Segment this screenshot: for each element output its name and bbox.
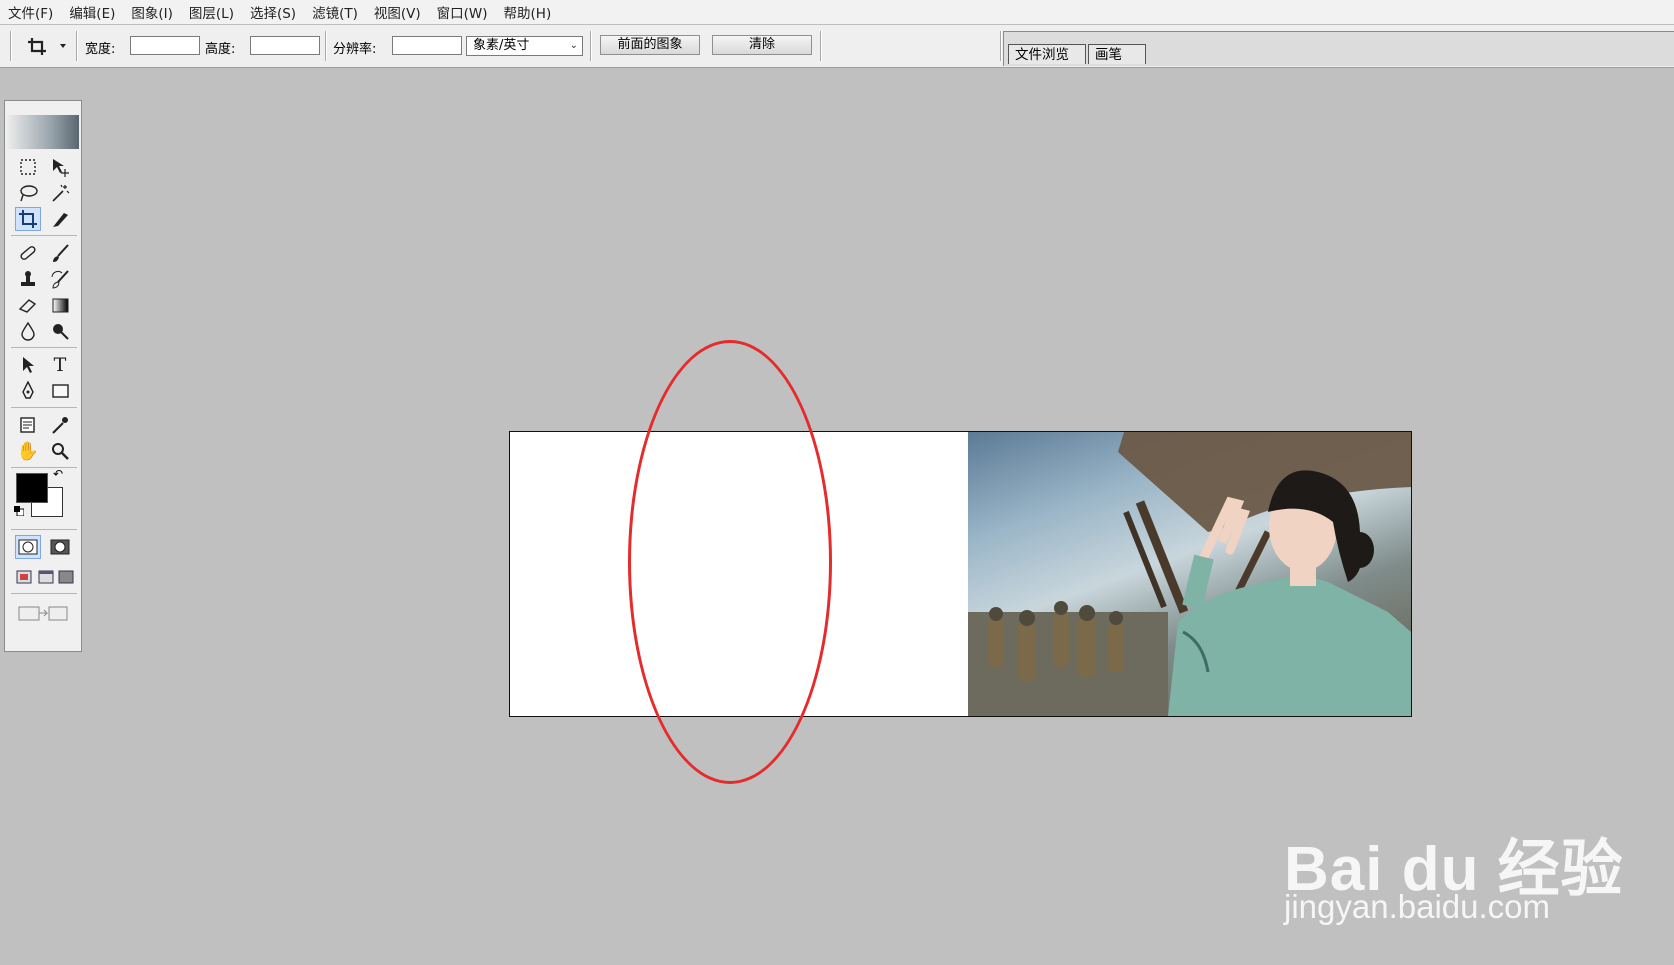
magic-wand-tool-icon[interactable]: [47, 181, 73, 205]
resolution-unit-select[interactable]: 象素/英寸 ⌄: [466, 36, 583, 56]
slice-tool-icon[interactable]: [47, 207, 73, 231]
resolution-unit-value: 象素/英寸: [473, 38, 530, 53]
width-field[interactable]: [130, 36, 200, 55]
pen-tool-icon[interactable]: [15, 379, 41, 403]
jump-to-imageready-icon[interactable]: [13, 601, 73, 625]
hand-tool-icon[interactable]: ✋: [15, 439, 41, 463]
tab-file-browser[interactable]: 文件浏览: [1008, 44, 1086, 64]
menu-view[interactable]: 视图(V): [366, 2, 429, 22]
annotation-ellipse: [628, 340, 832, 784]
menu-file[interactable]: 文件(F): [0, 2, 61, 22]
clone-stamp-tool-icon[interactable]: [15, 267, 41, 291]
history-brush-tool-icon[interactable]: [47, 267, 73, 291]
blur-tool-icon[interactable]: [15, 319, 41, 343]
foreground-color-swatch[interactable]: [16, 473, 48, 503]
move-tool-icon[interactable]: [47, 155, 73, 179]
healing-brush-tool-icon[interactable]: [15, 241, 41, 265]
height-label: 高度:: [205, 42, 236, 57]
standard-mode-icon[interactable]: [15, 535, 41, 559]
tool-preset-picker[interactable]: [26, 34, 70, 58]
toolbox: T ✋ ↶: [4, 100, 82, 652]
canvas-photo: [968, 432, 1411, 716]
gradient-tool-icon[interactable]: [47, 293, 73, 317]
resolution-field[interactable]: [392, 36, 462, 55]
chevron-down-icon: ⌄: [569, 40, 578, 51]
photo-illustration: [968, 432, 1411, 716]
menu-help[interactable]: 帮助(H): [496, 2, 560, 22]
marquee-tool-icon[interactable]: [15, 155, 41, 179]
menu-select[interactable]: 选择(S): [242, 2, 304, 22]
type-tool-icon[interactable]: T: [47, 353, 73, 377]
menu-filter[interactable]: 滤镜(T): [304, 2, 366, 22]
quick-mask-mode-icon[interactable]: [47, 535, 73, 559]
zoom-tool-icon[interactable]: [47, 439, 73, 463]
options-grip[interactable]: [10, 31, 12, 61]
crop-tool-icon[interactable]: [15, 207, 41, 231]
width-label: 宽度:: [85, 42, 116, 57]
swap-colors-icon[interactable]: ↶: [53, 467, 63, 481]
height-field[interactable]: [250, 36, 320, 55]
eraser-tool-icon[interactable]: [15, 293, 41, 317]
clear-button[interactable]: 清除: [712, 35, 812, 55]
menu-layer[interactable]: 图层(L): [181, 2, 242, 22]
notes-tool-icon[interactable]: [15, 413, 41, 437]
eyedropper-tool-icon[interactable]: [47, 413, 73, 437]
palette-well: 文件浏览 画笔: [1003, 31, 1674, 66]
front-image-button[interactable]: 前面的图象: [600, 35, 700, 55]
crop-icon: [28, 38, 66, 55]
watermark-url: jingyan.baidu.com: [1284, 888, 1550, 925]
full-screen-mode-icon[interactable]: [53, 565, 79, 589]
menu-image[interactable]: 图象(I): [123, 2, 181, 22]
resolution-label: 分辨率:: [333, 42, 377, 57]
menu-edit[interactable]: 编辑(E): [61, 2, 123, 22]
menu-bar: 文件(F) 编辑(E) 图象(I) 图层(L) 选择(S) 滤镜(T) 视图(V…: [0, 0, 1674, 25]
options-bar: 宽度: 高度: 分辨率: 象素/英寸 ⌄ 前面的图象 清除 文件浏览 画笔: [0, 25, 1674, 68]
menu-window[interactable]: 窗口(W): [429, 2, 496, 22]
rectangle-tool-icon[interactable]: [47, 379, 73, 403]
tab-brushes[interactable]: 画笔: [1088, 44, 1146, 64]
dodge-tool-icon[interactable]: [47, 319, 73, 343]
path-selection-tool-icon[interactable]: [15, 353, 41, 377]
lasso-tool-icon[interactable]: [15, 181, 41, 205]
app-logo[interactable]: [7, 115, 79, 149]
default-colors-icon[interactable]: [14, 505, 25, 517]
brush-tool-icon[interactable]: [47, 241, 73, 265]
